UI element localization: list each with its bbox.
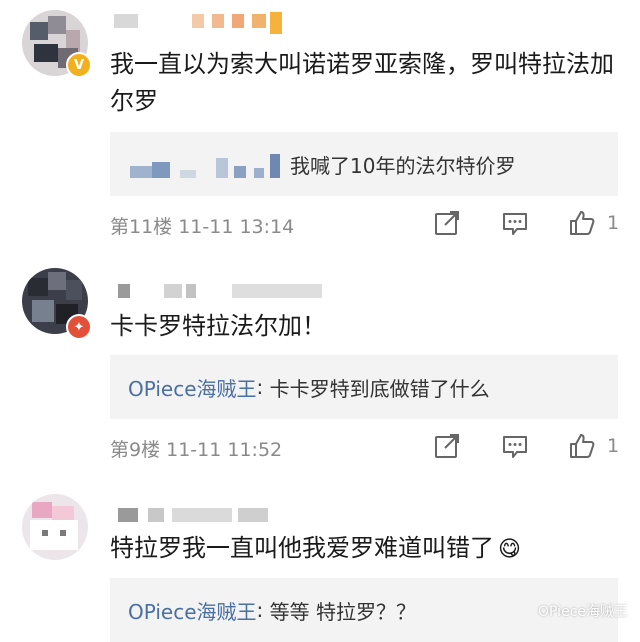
reply-preview[interactable]: OPiece海贼王 : 卡卡罗特到底做错了什么 <box>110 355 618 419</box>
reply-text: 卡卡罗特到底做错了什么 <box>269 376 490 401</box>
comment-footer: 第9楼 11-11 11:52 1 <box>110 432 620 462</box>
reply-icon[interactable] <box>501 432 529 460</box>
comment-text: 特拉罗我一直叫他我爱罗难道叫错了 😋 <box>110 530 620 568</box>
comment-footer: 第11楼 11-11 13:14 1 <box>110 209 620 239</box>
verified-badge-icon: V <box>66 52 92 78</box>
thumbs-up-icon[interactable] <box>568 209 596 237</box>
thumbs-up-icon[interactable] <box>568 432 596 460</box>
reply-author[interactable]: OPiece海贼王 <box>128 373 257 402</box>
avatar[interactable] <box>22 494 88 560</box>
like-count: 1 <box>607 435 620 457</box>
reply-preview[interactable]: 我喊了10年的法尔特价罗 <box>110 132 618 196</box>
reply-icon[interactable] <box>501 209 529 237</box>
floor-time: 第9楼 11-11 11:52 <box>110 439 283 461</box>
floor-time: 第11楼 11-11 13:14 <box>110 216 295 238</box>
like-count: 1 <box>607 212 620 234</box>
share-icon[interactable] <box>433 209 461 237</box>
reply-separator: : <box>256 598 270 622</box>
reply-author[interactable]: OPiece海贼王 <box>128 596 257 625</box>
watermark: OPiece海贼王 <box>538 604 628 620</box>
yummy-face-emoji-icon: 😋 <box>498 537 521 562</box>
reply-separator: : <box>256 375 270 399</box>
member-badge-icon: ✦ <box>66 314 92 340</box>
comment-text-content: 特拉罗我一直叫他我爱罗难道叫错了 <box>110 534 494 562</box>
comment-text: 我一直以为索大叫诺诺罗亚索隆，罗叫特拉法加尔罗 <box>110 50 614 115</box>
reply-text: 我喊了10年的法尔特价罗 <box>290 153 516 178</box>
reply-text: 等等 特拉罗？？ <box>269 599 416 624</box>
reply-author-blurred <box>128 144 290 184</box>
share-icon[interactable] <box>433 432 461 460</box>
comment-text: 卡卡罗特拉法尔加！ <box>110 312 326 340</box>
